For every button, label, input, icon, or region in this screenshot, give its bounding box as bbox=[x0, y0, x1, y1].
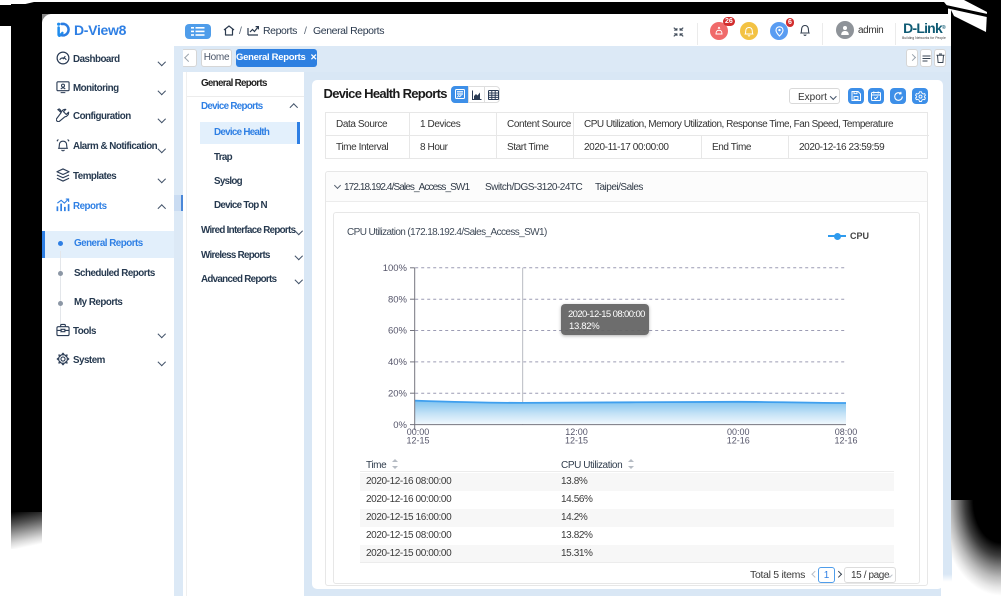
svg-text:40%: 40% bbox=[388, 357, 408, 368]
svg-text:12-15: 12-15 bbox=[565, 435, 588, 445]
svg-text:80%: 80% bbox=[388, 294, 408, 305]
svg-text:12-16: 12-16 bbox=[834, 435, 857, 445]
svg-text:20%: 20% bbox=[388, 388, 408, 399]
svg-text:60%: 60% bbox=[388, 325, 408, 336]
svg-text:12-15: 12-15 bbox=[406, 435, 429, 445]
svg-text:0%: 0% bbox=[393, 419, 407, 430]
svg-text:100%: 100% bbox=[383, 263, 408, 274]
svg-text:12-16: 12-16 bbox=[727, 435, 750, 445]
